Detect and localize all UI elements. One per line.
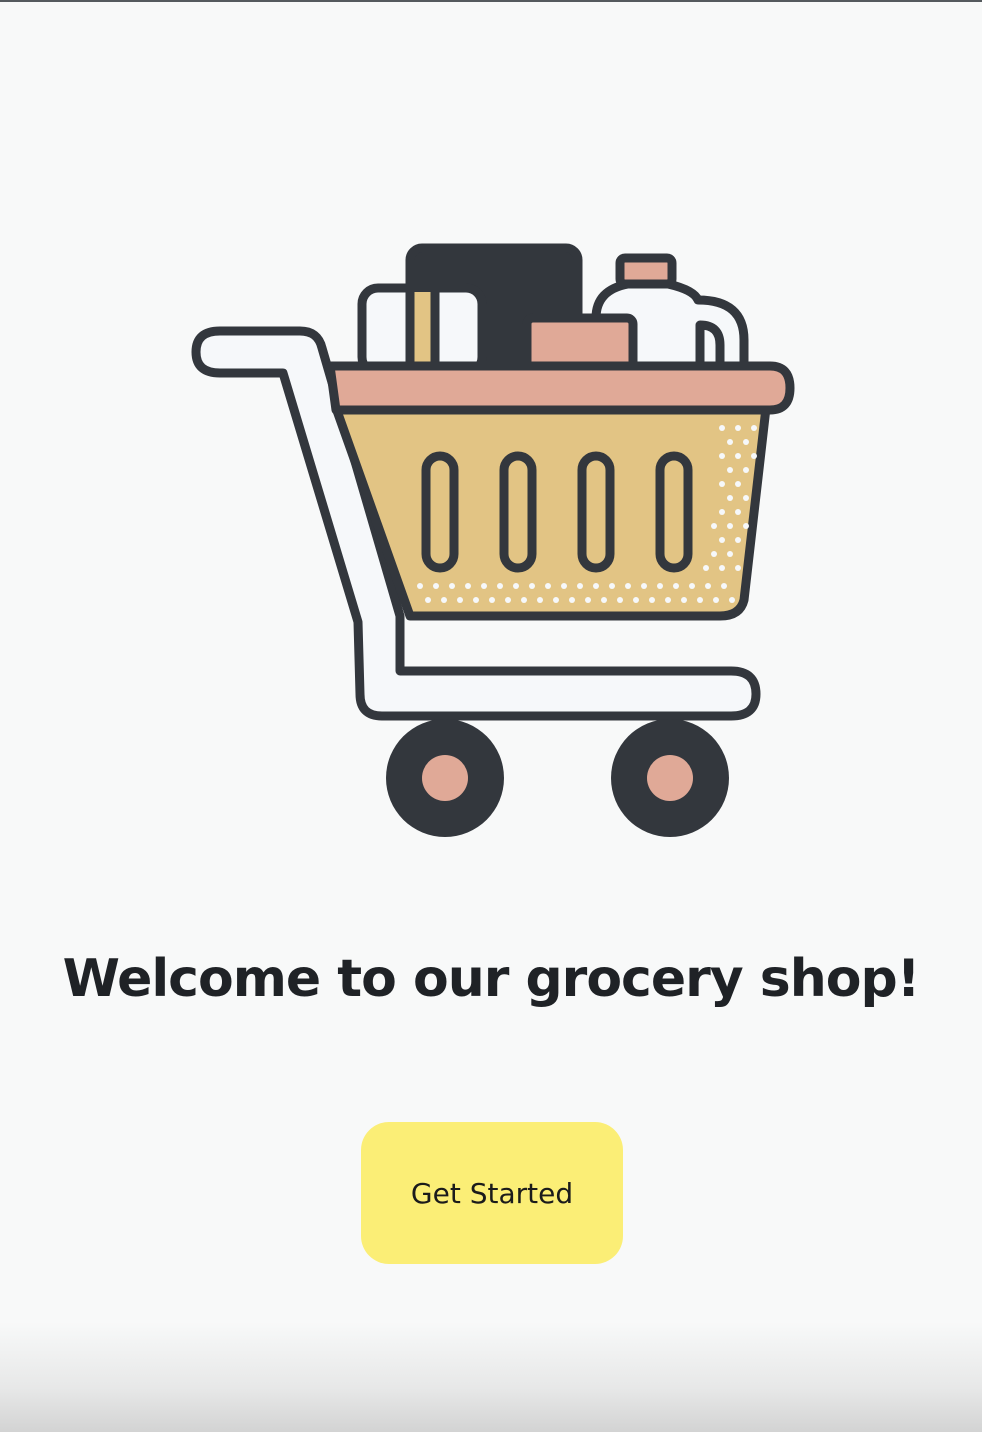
- top-border: [0, 0, 982, 2]
- bottom-shadow: [0, 1322, 982, 1432]
- wheels-icon: [386, 719, 729, 837]
- groceries-icon: [357, 243, 749, 378]
- get-started-button[interactable]: Get Started: [361, 1122, 623, 1264]
- basket-icon: [325, 361, 795, 621]
- welcome-title: Welcome to our grocery shop!: [62, 949, 921, 1009]
- shopping-cart-icon: [191, 243, 795, 837]
